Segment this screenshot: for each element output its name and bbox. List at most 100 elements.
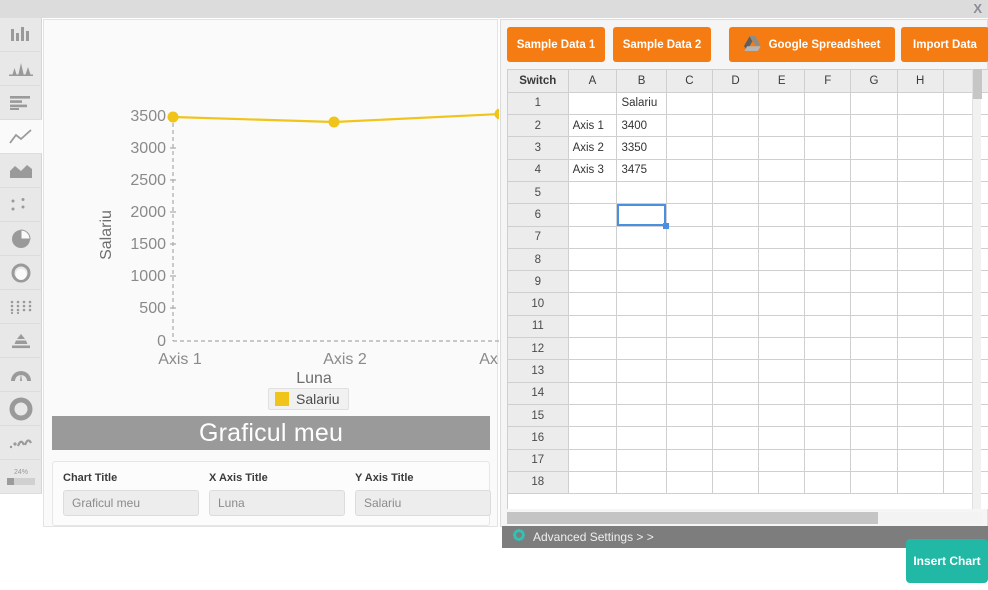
cell-extra-5[interactable] [943, 181, 988, 205]
cell-D4[interactable] [712, 159, 760, 182]
cell-B7[interactable] [616, 226, 667, 249]
google-spreadsheet-button[interactable]: Google Spreadsheet [729, 27, 895, 62]
row-number[interactable]: 12 [508, 337, 569, 361]
cell-extra-11[interactable] [943, 315, 988, 339]
cell-B3[interactable]: 3350 [616, 136, 667, 160]
cell-F16[interactable] [804, 426, 852, 450]
cell-D3[interactable] [712, 136, 760, 160]
row-number[interactable]: 7 [508, 226, 569, 249]
cell-H4[interactable] [897, 159, 944, 182]
cell-A14[interactable] [568, 382, 618, 405]
sidebar-item-area-chart[interactable] [0, 154, 42, 188]
cell-D18[interactable] [712, 471, 760, 495]
cell-B16[interactable] [616, 426, 667, 450]
cell-H8[interactable] [897, 248, 944, 272]
cell-H5[interactable] [897, 181, 944, 205]
cell-C8[interactable] [666, 248, 714, 272]
sample-data-2-button[interactable]: Sample Data 2 [613, 27, 711, 62]
cell-extra-9[interactable] [943, 270, 988, 294]
cell-F2[interactable] [804, 114, 852, 138]
cell-D1[interactable] [712, 92, 760, 116]
cell-G11[interactable] [850, 315, 898, 339]
cell-D15[interactable] [712, 404, 760, 428]
cell-H15[interactable] [897, 404, 944, 428]
cell-C9[interactable] [666, 270, 714, 294]
cell-extra-13[interactable] [943, 359, 988, 383]
cell-D14[interactable] [712, 382, 760, 405]
cell-extra-3[interactable] [943, 136, 988, 160]
cell-E12[interactable] [758, 337, 806, 361]
sidebar-item-scatter-chart[interactable] [0, 188, 42, 222]
cell-extra-16[interactable] [943, 426, 988, 450]
spreadsheet-horizontal-scrollbar[interactable] [507, 512, 983, 524]
close-icon[interactable]: X [973, 1, 982, 16]
column-header-g[interactable]: G [850, 70, 898, 93]
column-header-d[interactable]: D [712, 70, 760, 93]
cell-B17[interactable] [616, 449, 667, 472]
cell-extra-18[interactable] [943, 471, 988, 495]
cell-C17[interactable] [666, 449, 714, 472]
cell-extra-17[interactable] [943, 449, 988, 472]
sidebar-item-bubble-matrix-chart[interactable] [0, 290, 42, 324]
cell-F17[interactable] [804, 449, 852, 472]
column-header-h[interactable]: H [897, 70, 944, 93]
sidebar-item-bar-chart[interactable] [0, 18, 42, 52]
cell-F14[interactable] [804, 382, 852, 405]
cell-G6[interactable] [850, 203, 898, 227]
cell-D17[interactable] [712, 449, 760, 472]
cell-B10[interactable] [616, 292, 667, 316]
cell-A8[interactable] [568, 248, 618, 272]
row-number[interactable]: 6 [508, 203, 569, 227]
cell-extra-2[interactable] [943, 114, 988, 138]
column-header-f[interactable]: F [804, 70, 852, 93]
cell-F11[interactable] [804, 315, 852, 339]
cell-B6[interactable] [616, 203, 669, 229]
cell-C10[interactable] [666, 292, 714, 316]
row-number[interactable]: 2 [508, 114, 569, 138]
cell-C11[interactable] [666, 315, 714, 339]
cell-H12[interactable] [897, 337, 944, 361]
column-header-a[interactable]: A [568, 70, 618, 93]
cell-C2[interactable] [666, 114, 714, 138]
cell-E15[interactable] [758, 404, 806, 428]
cell-D6[interactable] [712, 203, 760, 227]
cell-F4[interactable] [804, 159, 852, 182]
column-header-e[interactable]: E [758, 70, 806, 93]
cell-C13[interactable] [666, 359, 714, 383]
cell-E8[interactable] [758, 248, 806, 272]
chart-legend[interactable]: Salariu [268, 388, 349, 410]
cell-extra-15[interactable] [943, 404, 988, 428]
cell-F1[interactable] [804, 92, 852, 116]
cell-A11[interactable] [568, 315, 618, 339]
cell-F13[interactable] [804, 359, 852, 383]
cell-G10[interactable] [850, 292, 898, 316]
cell-E9[interactable] [758, 270, 806, 294]
row-number[interactable]: 16 [508, 426, 569, 450]
row-number[interactable]: 13 [508, 359, 569, 383]
cell-H3[interactable] [897, 136, 944, 160]
sidebar-item-donut-chart[interactable] [0, 256, 42, 290]
cell-A9[interactable] [568, 270, 618, 294]
spreadsheet-grid[interactable]: Switch A B C D E F G H 1 Salariu 2 Axis 1 34… [507, 69, 988, 509]
cell-D12[interactable] [712, 337, 760, 361]
row-number[interactable]: 9 [508, 270, 569, 294]
cell-B13[interactable] [616, 359, 667, 383]
cell-G7[interactable] [850, 226, 898, 249]
cell-D2[interactable] [712, 114, 760, 138]
cell-B14[interactable] [616, 382, 667, 405]
cell-B8[interactable] [616, 248, 667, 272]
cell-A4[interactable]: Axis 3 [568, 159, 618, 182]
cell-H1[interactable] [897, 92, 944, 116]
cell-E6[interactable] [758, 203, 806, 227]
cell-D5[interactable] [712, 181, 760, 205]
cell-H7[interactable] [897, 226, 944, 249]
row-number[interactable]: 18 [508, 471, 569, 495]
cell-A6[interactable] [568, 203, 618, 227]
cell-G3[interactable] [850, 136, 898, 160]
cell-F12[interactable] [804, 337, 852, 361]
cell-A17[interactable] [568, 449, 618, 472]
cell-A15[interactable] [568, 404, 618, 428]
cell-F7[interactable] [804, 226, 852, 249]
cell-E1[interactable] [758, 92, 806, 116]
cell-extra-6[interactable] [943, 203, 988, 227]
